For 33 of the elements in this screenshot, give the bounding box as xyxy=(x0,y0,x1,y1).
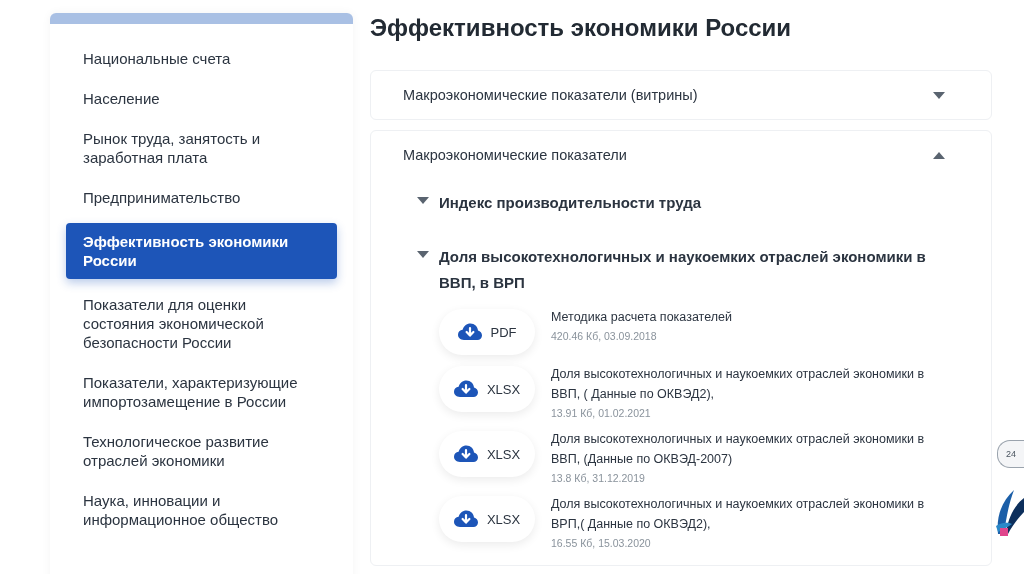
accordion-header[interactable]: Макроэкономические показатели (витрины) xyxy=(403,85,698,105)
file-name[interactable]: Доля высокотехнологичных и наукоемких отраслей экономики в ВВП, (Данные по ОКВЭД-2007) xyxy=(551,429,951,469)
tree-item[interactable]: Индекс производительности труда xyxy=(439,190,939,216)
sidebar-item[interactable]: Показатели, характеризующие импортозамещение в России xyxy=(66,364,337,420)
sidebar-item[interactable]: Эффективность экономики России xyxy=(66,223,337,279)
cloud-download-icon xyxy=(457,323,482,341)
sidebar-item[interactable]: Предпринимательство xyxy=(66,179,337,216)
file-meta: 420.46 Кб, 03.09.2018 xyxy=(551,329,658,343)
sidebar-item[interactable]: Рынок труда, занятость и заработная плата xyxy=(66,120,337,176)
cloud-download-icon xyxy=(453,380,478,398)
file-name[interactable]: Методика расчета показателей xyxy=(551,307,951,327)
download-button[interactable]: XLSX xyxy=(439,366,535,412)
sidebar-item[interactable]: Население xyxy=(66,80,337,117)
caret-icon xyxy=(417,251,429,258)
support-badge[interactable]: 24 xyxy=(997,440,1024,468)
download-button[interactable]: XLSX xyxy=(439,431,535,477)
page-title: Эффективность экономики России xyxy=(370,13,793,43)
file-meta: 16.55 Кб, 15.03.2020 xyxy=(551,536,652,550)
cloud-download-icon xyxy=(453,445,478,463)
sidebar-item[interactable]: Национальные счета xyxy=(66,40,337,77)
file-meta: 13.91 Кб, 01.02.2021 xyxy=(551,406,652,420)
file-name[interactable]: Доля высокотехнологичных и наукоемких отраслей экономики в ВРП,( Данные по ОКВЭД2), xyxy=(551,494,951,534)
sidebar-item[interactable]: Показатели для оценки состояния экономической безопасности России xyxy=(66,286,337,361)
download-button[interactable]: XLSX xyxy=(439,496,535,542)
file-name[interactable]: Доля высокотехнологичных и наукоемких отраслей экономики в ВВП, ( Данные по ОКВЭД2), xyxy=(551,364,951,404)
file-meta: 13.8 Кб, 31.12.2019 xyxy=(551,471,646,485)
cloud-download-icon xyxy=(453,510,478,528)
caret-icon xyxy=(417,197,429,204)
tree-item[interactable]: Доля высокотехнологичных и наукоемких отраслей экономики в ВВП, в ВРП xyxy=(439,244,939,296)
accordion-header[interactable]: Макроэкономические показатели xyxy=(403,145,627,165)
download-button[interactable]: PDF xyxy=(439,309,535,355)
sidebar-item[interactable]: Технологическое развитие отраслей экономики xyxy=(66,423,337,479)
sidebar-item[interactable]: Наука, инновации и информационное общество xyxy=(66,482,337,538)
